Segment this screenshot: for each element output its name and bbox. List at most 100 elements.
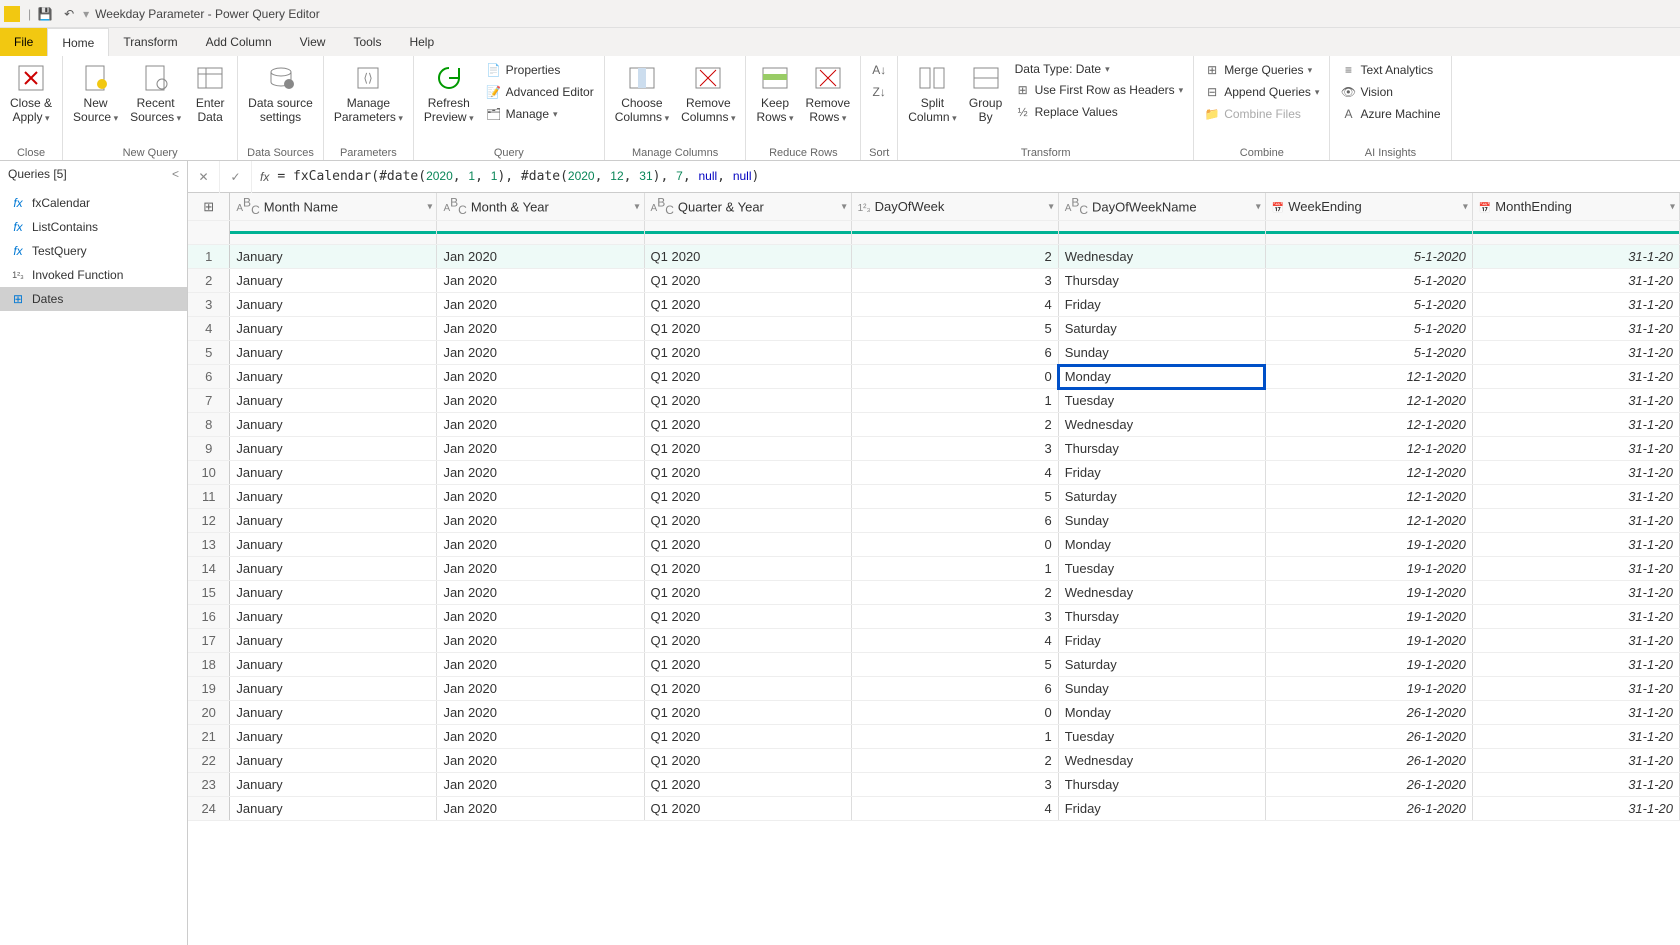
query-item-dates[interactable]: ⊞Dates xyxy=(0,287,187,311)
filter-icon[interactable]: ▾ xyxy=(1463,201,1468,212)
refresh-preview-button[interactable]: RefreshPreview xyxy=(420,58,478,125)
filter-icon[interactable]: ▾ xyxy=(427,201,432,212)
table-cell[interactable]: Tuesday xyxy=(1058,557,1265,581)
table-cell[interactable]: Jan 2020 xyxy=(437,773,644,797)
query-item-fxcalendar[interactable]: fxfxCalendar xyxy=(0,191,187,215)
table-cell[interactable]: Jan 2020 xyxy=(437,413,644,437)
manage-parameters-button[interactable]: ⟨⟩ManageParameters xyxy=(330,58,407,125)
table-cell[interactable]: January xyxy=(230,749,437,773)
table-cell[interactable]: 31-1-20 xyxy=(1472,485,1679,509)
remove-rows-button[interactable]: RemoveRows xyxy=(802,58,855,125)
table-cell[interactable]: January xyxy=(230,245,437,269)
table-cell[interactable]: Jan 2020 xyxy=(437,437,644,461)
row-number[interactable]: 2 xyxy=(188,269,230,293)
table-cell[interactable]: 4 xyxy=(851,293,1058,317)
table-cell[interactable]: 19-1-2020 xyxy=(1265,629,1472,653)
table-cell[interactable]: 19-1-2020 xyxy=(1265,581,1472,605)
table-cell[interactable]: Q1 2020 xyxy=(644,629,851,653)
table-cell[interactable]: 0 xyxy=(851,533,1058,557)
cancel-formula-button[interactable]: ✕ xyxy=(188,161,220,193)
row-number[interactable]: 20 xyxy=(188,701,230,725)
table-cell[interactable]: 26-1-2020 xyxy=(1265,773,1472,797)
table-cell[interactable]: Jan 2020 xyxy=(437,509,644,533)
table-cell[interactable]: Sunday xyxy=(1058,677,1265,701)
table-cell[interactable]: Jan 2020 xyxy=(437,749,644,773)
table-cell[interactable]: Sunday xyxy=(1058,509,1265,533)
table-cell[interactable]: Friday xyxy=(1058,461,1265,485)
table-cell[interactable]: Wednesday xyxy=(1058,245,1265,269)
table-cell[interactable]: Q1 2020 xyxy=(644,797,851,821)
filter-icon[interactable]: ▾ xyxy=(1670,201,1675,212)
table-cell[interactable]: 4 xyxy=(851,461,1058,485)
row-number[interactable]: 4 xyxy=(188,317,230,341)
table-cell[interactable]: Friday xyxy=(1058,797,1265,821)
table-cell[interactable]: Q1 2020 xyxy=(644,509,851,533)
table-cell[interactable]: January xyxy=(230,725,437,749)
group-by-button[interactable]: GroupBy xyxy=(965,58,1007,124)
filter-icon[interactable]: ▾ xyxy=(1256,201,1261,212)
table-cell[interactable]: 0 xyxy=(851,365,1058,389)
table-cell[interactable]: Wednesday xyxy=(1058,749,1265,773)
table-cell[interactable]: Jan 2020 xyxy=(437,701,644,725)
table-cell[interactable]: January xyxy=(230,533,437,557)
tab-view[interactable]: View xyxy=(286,28,340,56)
table-cell[interactable]: 31-1-20 xyxy=(1472,653,1679,677)
table-cell[interactable]: Q1 2020 xyxy=(644,461,851,485)
append-queries-button[interactable]: ⊟Append Queries xyxy=(1200,82,1323,102)
row-number[interactable]: 23 xyxy=(188,773,230,797)
table-cell[interactable]: 4 xyxy=(851,797,1058,821)
table-cell[interactable]: 31-1-20 xyxy=(1472,701,1679,725)
table-cell[interactable]: 31-1-20 xyxy=(1472,341,1679,365)
data-type-button[interactable]: Data Type: Date xyxy=(1011,60,1188,78)
table-cell[interactable]: 19-1-2020 xyxy=(1265,677,1472,701)
table-cell[interactable]: January xyxy=(230,437,437,461)
table-cell[interactable]: January xyxy=(230,557,437,581)
table-cell[interactable]: January xyxy=(230,341,437,365)
table-cell[interactable]: 12-1-2020 xyxy=(1265,413,1472,437)
keep-rows-button[interactable]: KeepRows xyxy=(752,58,797,125)
advanced-editor-button[interactable]: 📝Advanced Editor xyxy=(482,82,598,102)
column-header-dayofweekname[interactable]: ABCDayOfWeekName▾ xyxy=(1058,193,1265,221)
table-cell[interactable]: Q1 2020 xyxy=(644,269,851,293)
table-cell[interactable]: 31-1-20 xyxy=(1472,461,1679,485)
data-grid[interactable]: ⊞ABCMonth Name▾ABCMonth & Year▾ABCQuarte… xyxy=(188,193,1680,945)
table-cell[interactable]: 3 xyxy=(851,773,1058,797)
table-cell[interactable]: Q1 2020 xyxy=(644,581,851,605)
table-cell[interactable]: 3 xyxy=(851,269,1058,293)
query-item-listcontains[interactable]: fxListContains xyxy=(0,215,187,239)
table-cell[interactable]: Q1 2020 xyxy=(644,605,851,629)
table-cell[interactable]: January xyxy=(230,773,437,797)
row-number[interactable]: 9 xyxy=(188,437,230,461)
choose-columns-button[interactable]: ChooseColumns xyxy=(611,58,673,125)
query-item-invoked-function[interactable]: 1²₃Invoked Function xyxy=(0,263,187,287)
column-header-dayofweek[interactable]: 1²₃DayOfWeek▾ xyxy=(851,193,1058,221)
table-cell[interactable]: Monday xyxy=(1058,533,1265,557)
column-header-month-year[interactable]: ABCMonth & Year▾ xyxy=(437,193,644,221)
replace-values-button[interactable]: ½Replace Values xyxy=(1011,102,1188,122)
table-cell[interactable]: Q1 2020 xyxy=(644,533,851,557)
row-number[interactable]: 11 xyxy=(188,485,230,509)
table-cell[interactable]: Tuesday xyxy=(1058,389,1265,413)
merge-queries-button[interactable]: ⊞Merge Queries xyxy=(1200,60,1323,80)
column-header-month-name[interactable]: ABCMonth Name▾ xyxy=(230,193,437,221)
properties-button[interactable]: 📄Properties xyxy=(482,60,598,80)
table-cell[interactable]: 31-1-20 xyxy=(1472,509,1679,533)
table-cell[interactable]: Saturday xyxy=(1058,653,1265,677)
table-cell[interactable]: 19-1-2020 xyxy=(1265,533,1472,557)
table-cell[interactable]: January xyxy=(230,605,437,629)
combine-files-button[interactable]: 📁Combine Files xyxy=(1200,104,1323,124)
table-cell[interactable]: 0 xyxy=(851,701,1058,725)
table-cell[interactable]: 12-1-2020 xyxy=(1265,437,1472,461)
table-cell[interactable]: 31-1-20 xyxy=(1472,389,1679,413)
table-cell[interactable]: Monday xyxy=(1058,701,1265,725)
column-header-quarter-year[interactable]: ABCQuarter & Year▾ xyxy=(644,193,851,221)
table-cell[interactable]: 19-1-2020 xyxy=(1265,605,1472,629)
table-cell[interactable]: Q1 2020 xyxy=(644,413,851,437)
table-cell[interactable]: Jan 2020 xyxy=(437,269,644,293)
table-cell[interactable]: Jan 2020 xyxy=(437,653,644,677)
table-cell[interactable]: Jan 2020 xyxy=(437,317,644,341)
table-cell[interactable]: 1 xyxy=(851,725,1058,749)
table-cell[interactable]: Jan 2020 xyxy=(437,797,644,821)
row-number[interactable]: 7 xyxy=(188,389,230,413)
row-number[interactable]: 14 xyxy=(188,557,230,581)
